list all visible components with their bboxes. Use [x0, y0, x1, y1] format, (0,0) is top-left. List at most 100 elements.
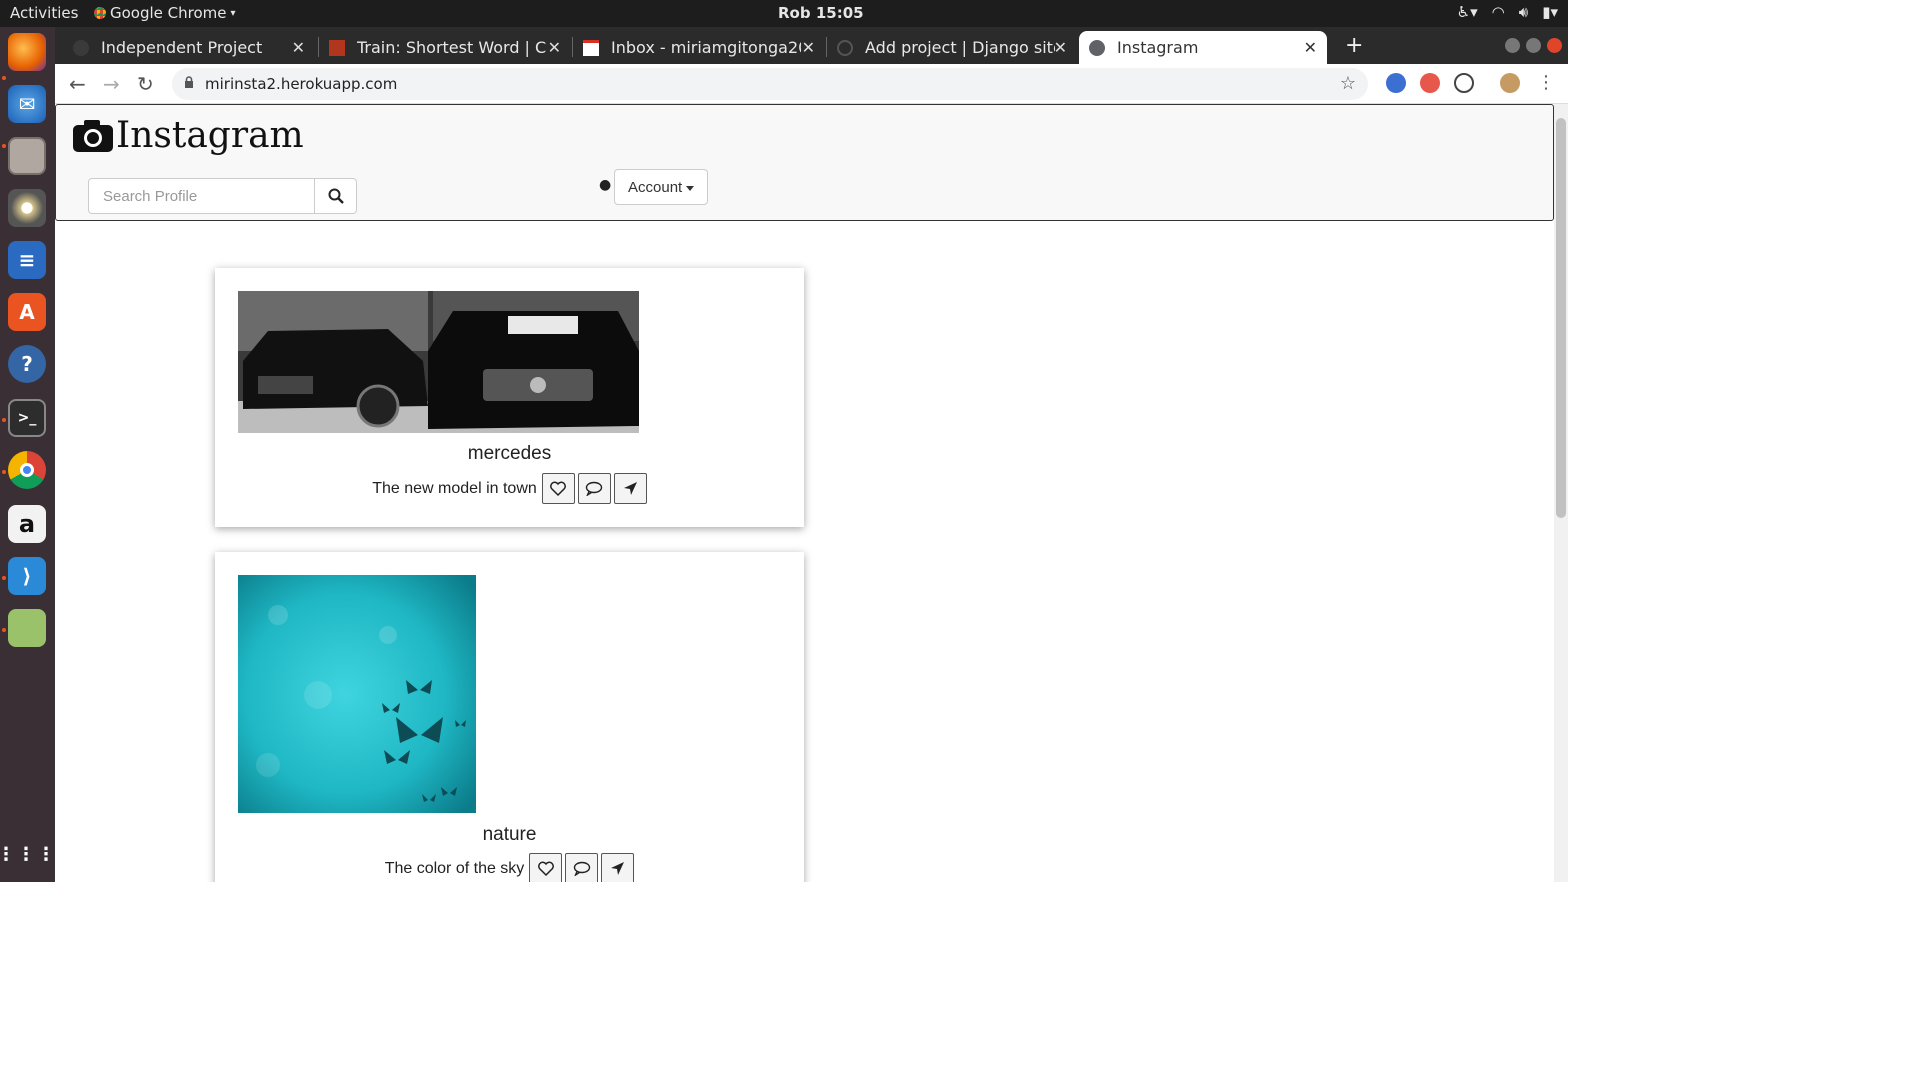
software-center-icon[interactable]: A [8, 293, 46, 331]
scrollbar-thumb[interactable] [1556, 118, 1566, 518]
running-indicator [2, 628, 6, 632]
running-indicator [2, 76, 6, 80]
post-caption: The color of the sky [384, 859, 525, 877]
running-indicator [2, 470, 6, 474]
thunderbird-icon[interactable]: ✉ [8, 85, 46, 123]
maximize-icon[interactable] [1526, 38, 1541, 53]
close-tab-icon[interactable]: ✕ [802, 38, 815, 57]
tab-codewars[interactable]: Train: Shortest Word | Co ✕ [319, 31, 571, 64]
activities-button[interactable]: Activities [10, 4, 78, 22]
app-name: Google Chrome [110, 4, 227, 22]
close-window-icon[interactable] [1547, 38, 1562, 53]
firefox-icon[interactable] [8, 33, 46, 71]
bookmark-star-icon[interactable]: ☆ [1340, 73, 1356, 94]
chevron-down-icon: ▾ [230, 7, 236, 19]
site-brand[interactable]: Instagram [72, 115, 304, 156]
browser-toolbar: ← → ↻ mirinsta2.herokuapp.com ☆ ⋮ [55, 64, 1568, 104]
tab-independent-project[interactable]: Independent Project ✕ [63, 31, 315, 64]
codewars-icon [329, 39, 345, 56]
comment-button[interactable] [577, 473, 611, 504]
dock: ✉ ≡ A ? >_ a ⟩ ⋮⋮⋮ [0, 27, 55, 882]
close-tab-icon[interactable]: ✕ [292, 38, 305, 57]
loading-icon [837, 39, 853, 56]
lock-icon [185, 76, 193, 88]
amazon-icon[interactable]: a [8, 505, 46, 543]
post-card: mercedes The new model in town [215, 268, 804, 527]
brand-title: Instagram [116, 115, 304, 156]
post-card: nature The color of the sky [215, 552, 804, 882]
search-icon [328, 188, 344, 204]
cars-photo [238, 291, 639, 433]
post-actions: The new model in town [215, 473, 804, 504]
tab-instagram[interactable]: Instagram ✕ [1079, 31, 1327, 64]
caret-down-icon [686, 185, 695, 191]
post-image[interactable] [238, 575, 476, 813]
search-button[interactable] [315, 178, 357, 214]
tab-label: Instagram [1117, 38, 1199, 57]
post-caption: The new model in town [372, 479, 537, 497]
globe-icon [1089, 39, 1105, 56]
extension-icon[interactable] [1386, 73, 1406, 93]
comment-icon [586, 481, 603, 496]
volume-icon[interactable]: 🔊︎ [1519, 3, 1528, 21]
tab-label: Train: Shortest Word | Co [357, 38, 547, 57]
page-viewport: Instagram ● Account [55, 104, 1554, 882]
show-applications-icon[interactable]: ⋮⋮⋮ [0, 835, 55, 873]
extension-icon[interactable] [1420, 73, 1440, 93]
back-icon[interactable]: ← [69, 72, 86, 96]
new-tab-icon[interactable]: + [1345, 33, 1363, 58]
running-indicator [2, 144, 6, 148]
send-icon [623, 482, 637, 495]
menu-icon[interactable]: ⋮ [1537, 72, 1555, 93]
comment-button[interactable] [565, 853, 599, 882]
accessibility-icon[interactable]: ♿▾ [1457, 3, 1478, 21]
running-indicator [2, 418, 6, 422]
clock[interactable]: Rob 15:05 [778, 4, 864, 22]
page-scrollbar[interactable] [1554, 104, 1568, 882]
post-title: mercedes [467, 443, 552, 464]
help-icon[interactable]: ? [8, 345, 46, 383]
send-icon [611, 862, 625, 875]
search-input[interactable] [88, 178, 315, 214]
tab-django-admin[interactable]: Add project | Django site ✕ [827, 31, 1077, 64]
tab-inbox[interactable]: Inbox - miriamgitonga201 ✕ [573, 31, 825, 64]
avatar[interactable] [1500, 73, 1520, 93]
chrome-dock-icon[interactable] [8, 451, 46, 489]
camera-icon [73, 119, 113, 152]
battery-icon[interactable]: ▮▾ [1542, 3, 1558, 21]
account-dropdown-button[interactable]: Account [614, 169, 709, 205]
image-viewer-icon[interactable] [8, 609, 46, 647]
minimize-icon[interactable] [1505, 38, 1520, 53]
like-button[interactable] [541, 473, 575, 504]
post-image[interactable] [238, 291, 639, 433]
post-title: nature [482, 824, 537, 845]
writer-icon[interactable]: ≡ [8, 241, 46, 279]
close-tab-icon[interactable]: ✕ [548, 38, 561, 57]
reload-icon[interactable]: ↻ [137, 72, 154, 96]
share-button[interactable] [613, 473, 647, 504]
address-bar[interactable]: mirinsta2.herokuapp.com ☆ [172, 68, 1368, 100]
like-button[interactable] [529, 853, 563, 882]
close-tab-icon[interactable]: ✕ [1054, 38, 1067, 57]
close-tab-icon[interactable]: ✕ [1304, 38, 1317, 57]
butterflies-photo [238, 575, 476, 813]
site-navbar: Instagram ● Account [55, 104, 1554, 221]
heart-icon [550, 481, 567, 496]
url-text: mirinsta2.herokuapp.com [205, 75, 398, 93]
terminal-icon[interactable]: >_ [8, 399, 46, 437]
tab-label: Independent Project [101, 38, 263, 57]
search-form [88, 178, 357, 214]
share-button[interactable] [601, 853, 635, 882]
chrome-icon [94, 7, 106, 19]
gmail-icon [583, 39, 599, 56]
forward-icon[interactable]: → [103, 72, 120, 96]
system-tray[interactable]: ♿▾ ◠ 🔊︎ ▮▾ [1457, 3, 1558, 21]
files-icon[interactable] [8, 137, 46, 175]
heart-icon [537, 861, 554, 876]
wifi-icon[interactable]: ◠ [1492, 3, 1505, 21]
app-menu[interactable]: Google Chrome ▾ [94, 4, 236, 22]
extension-icon[interactable] [1454, 73, 1474, 93]
account-label: Account [628, 178, 683, 196]
vscode-icon[interactable]: ⟩ [8, 557, 46, 595]
rhythmbox-icon[interactable] [8, 189, 46, 227]
